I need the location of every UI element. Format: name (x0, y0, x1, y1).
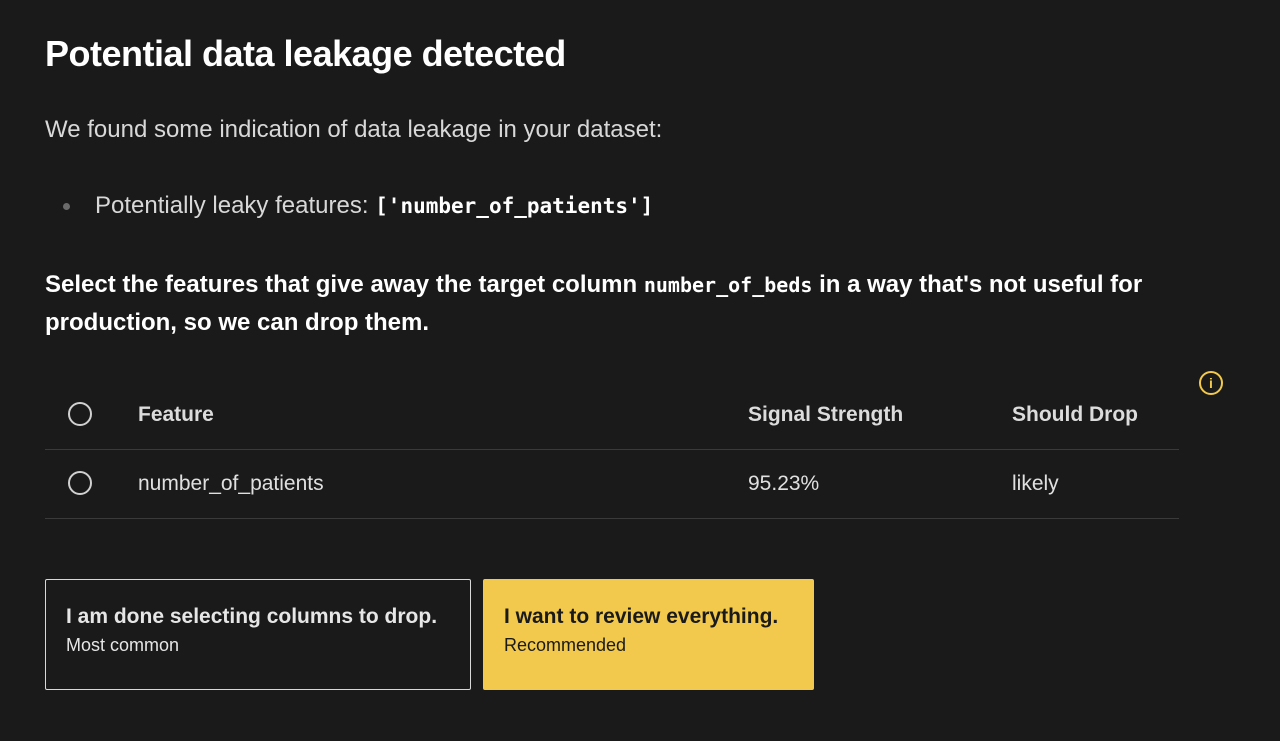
leaky-features-label: Potentially leaky features: (95, 192, 369, 219)
instruction-before: Select the features that give away the t… (45, 271, 638, 298)
done-selecting-title: I am done selecting columns to drop. (66, 605, 438, 628)
action-buttons: I am done selecting columns to drop. Mos… (45, 579, 814, 690)
select-all-radio[interactable] (68, 402, 92, 426)
list-item: Potentially leaky features: ['number_of_… (63, 190, 1235, 222)
bullet-icon (63, 203, 70, 210)
info-icon[interactable]: i (1199, 371, 1223, 395)
target-column-name: number_of_beds (643, 273, 813, 297)
leakage-summary-list: Potentially leaky features: ['number_of_… (45, 190, 1235, 222)
column-header-signal-strength: Signal Strength (748, 403, 904, 426)
review-everything-title: I want to review everything. (504, 605, 779, 628)
instruction-text: Select the features that give away the t… (45, 266, 1225, 341)
column-header-feature: Feature (138, 403, 214, 426)
table-header-row: Feature Signal Strength Should Drop (45, 381, 1179, 450)
page-title: Potential data leakage detected (45, 33, 566, 74)
should-drop-cell: likely (1012, 472, 1059, 495)
table-row[interactable]: number_of_patients 95.23% likely (45, 450, 1179, 519)
done-selecting-button[interactable]: I am done selecting columns to drop. Mos… (45, 579, 471, 690)
done-selecting-subtitle: Most common (66, 635, 180, 655)
intro-text: We found some indication of data leakage… (45, 116, 663, 143)
review-everything-button[interactable]: I want to review everything. Recommended (483, 579, 814, 690)
review-everything-subtitle: Recommended (504, 635, 627, 655)
row-select-radio[interactable] (68, 471, 92, 495)
features-table: Feature Signal Strength Should Drop numb… (45, 381, 1179, 519)
leakage-page: Potential data leakage detected We found… (0, 0, 1280, 741)
column-header-should-drop: Should Drop (1012, 403, 1138, 426)
leaky-features-value: ['number_of_patients'] (375, 194, 654, 218)
feature-name-cell: number_of_patients (138, 472, 324, 495)
signal-strength-cell: 95.23% (748, 472, 820, 495)
